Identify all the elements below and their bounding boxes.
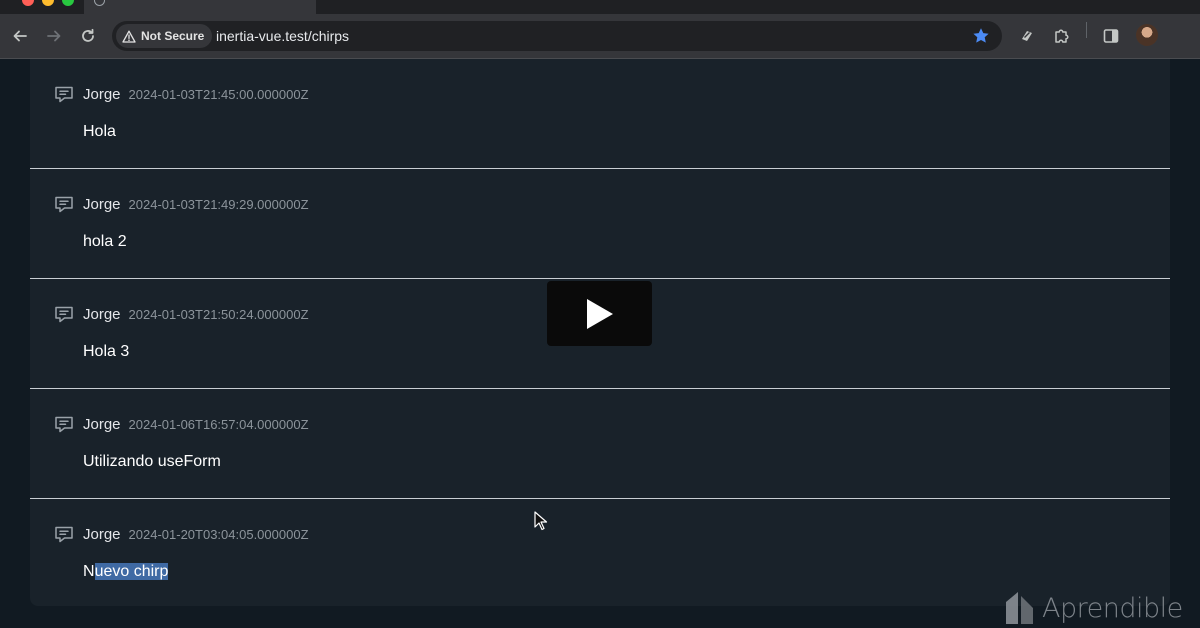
watermark-text: Aprendible [1042, 592, 1183, 624]
bookmark-star-icon[interactable] [970, 25, 992, 47]
chirp-item: Jorge 2024-01-20T03:04:05.000000Z Nuevo … [30, 499, 1170, 606]
arrow-left-icon [13, 30, 27, 42]
chirp-message: Hola 3 [83, 343, 130, 360]
chat-bubble-icon [55, 306, 73, 323]
chirp-item: Jorge 2024-01-03T21:49:29.000000Z hola 2 [30, 169, 1170, 279]
arrow-right-icon [47, 30, 61, 42]
mouse-cursor-icon [534, 511, 548, 531]
chirp-message-text: N [83, 563, 95, 580]
aprendible-logo-icon [1006, 592, 1033, 624]
chat-bubble-icon [55, 86, 73, 103]
chat-bubble-icon [55, 416, 73, 433]
chirp-author: Jorge [83, 306, 121, 323]
side-panel-button[interactable] [1099, 24, 1123, 48]
chirp-author: Jorge [83, 196, 121, 213]
chirp-author: Jorge [83, 416, 121, 433]
warning-icon [122, 30, 136, 43]
reload-icon [82, 28, 94, 42]
maximize-window-icon[interactable] [62, 0, 74, 6]
chirp-header: Jorge 2024-01-03T21:45:00.000000Z [83, 86, 309, 103]
chirp-message: Hola [83, 123, 116, 140]
url-text[interactable]: inertia-vue.test/chirps [216, 28, 349, 44]
address-bar[interactable]: Not Secure inertia-vue.test/chirps [112, 21, 1002, 51]
chirp-message: hola 2 [83, 233, 127, 250]
chirp-date: 2024-01-03T21:45:00.000000Z [128, 87, 309, 102]
tab-favicon-icon [94, 0, 105, 6]
chirp-date: 2024-01-20T03:04:05.000000Z [128, 527, 309, 542]
security-label: Not Secure [141, 29, 205, 43]
minimize-window-icon[interactable] [42, 0, 54, 6]
chirp-date: 2024-01-03T21:50:24.000000Z [128, 307, 309, 322]
chirp-header: Jorge 2024-01-03T21:50:24.000000Z [83, 306, 309, 323]
close-window-icon[interactable] [22, 0, 34, 6]
chirp-date: 2024-01-06T16:57:04.000000Z [128, 417, 309, 432]
chat-bubble-icon [55, 526, 73, 543]
chirp-header: Jorge 2024-01-06T16:57:04.000000Z [83, 416, 309, 433]
chirp-item: Jorge 2024-01-06T16:57:04.000000Z Utiliz… [30, 389, 1170, 499]
extension-button[interactable] [1015, 24, 1039, 48]
chat-bubble-icon [55, 196, 73, 213]
browser-toolbar: Not Secure inertia-vue.test/chirps [0, 14, 1200, 58]
chirp-author: Jorge [83, 526, 121, 543]
chirp-message: Nuevo chirp [83, 563, 169, 581]
chirp-item: Jorge 2024-01-03T21:45:00.000000Z Hola [30, 59, 1170, 169]
puzzle-icon [1055, 29, 1069, 43]
back-button[interactable] [8, 24, 32, 48]
aprendible-watermark: Aprendible [1004, 590, 1183, 626]
chirp-author: Jorge [83, 86, 121, 103]
extension-app-icon [1022, 31, 1032, 41]
security-chip[interactable]: Not Secure [116, 24, 213, 48]
profile-avatar[interactable] [1136, 24, 1158, 46]
forward-button[interactable] [42, 24, 66, 48]
chirp-header: Jorge 2024-01-03T21:49:29.000000Z [83, 196, 309, 213]
video-play-button[interactable] [547, 281, 652, 346]
window-titlebar [0, 0, 1200, 14]
toolbar-separator [1086, 22, 1087, 38]
chirp-header: Jorge 2024-01-20T03:04:05.000000Z [83, 526, 309, 543]
extensions-menu-button[interactable] [1050, 24, 1074, 48]
chirp-date: 2024-01-03T21:49:29.000000Z [128, 197, 309, 212]
browser-tab[interactable] [84, 0, 316, 14]
selected-text: uevo chirp [94, 563, 169, 580]
play-icon [586, 298, 613, 329]
reload-button[interactable] [76, 24, 100, 48]
side-panel-icon [1103, 29, 1119, 43]
chirp-message: Utilizando useForm [83, 453, 221, 470]
